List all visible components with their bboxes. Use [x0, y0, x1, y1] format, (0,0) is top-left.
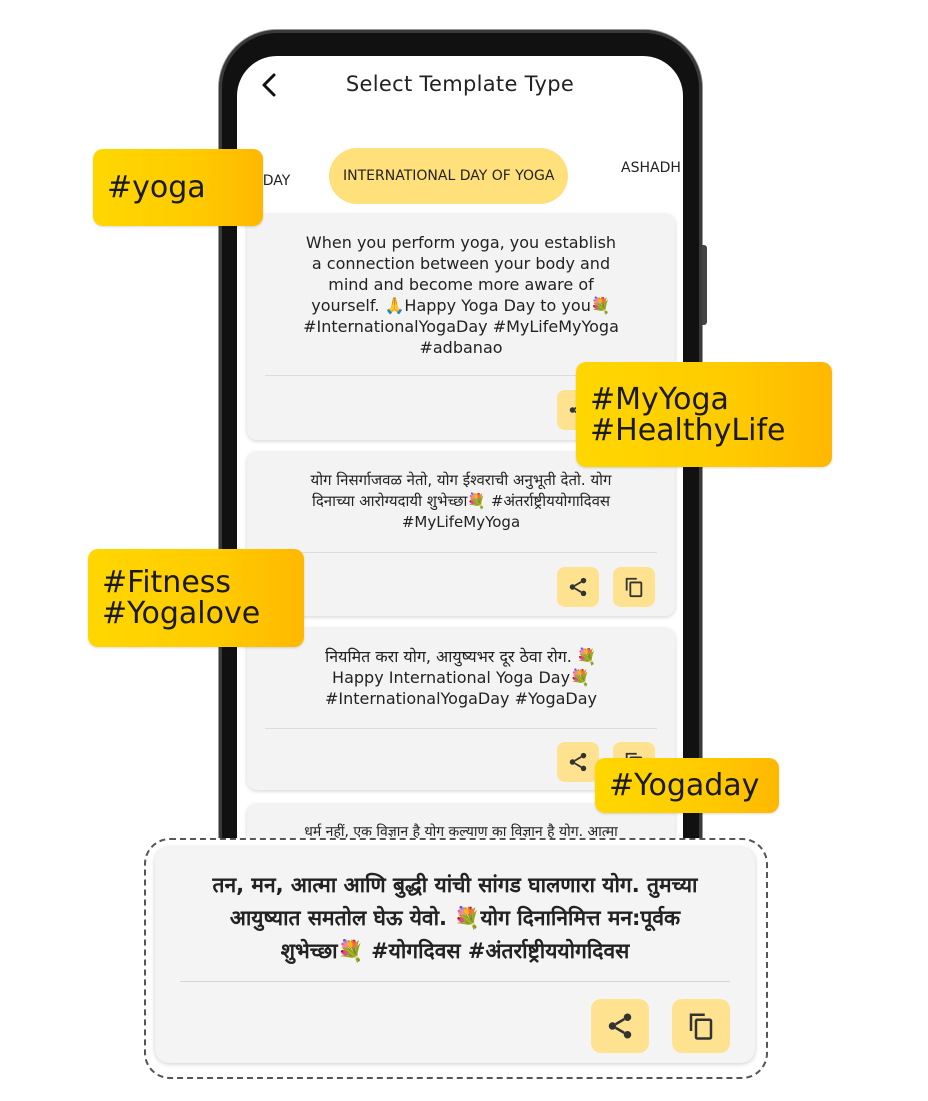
sticker-text: #Fitness: [102, 565, 232, 600]
tab-ashadhi[interactable]: ASHADH: [621, 160, 681, 176]
copy-icon: [689, 1013, 713, 1040]
page-title: Select Template Type: [345, 72, 575, 96]
hashtag-sticker-yoga: #yoga: [93, 149, 263, 226]
template-text: When you perform yoga, you establish a c…: [303, 233, 619, 357]
template-text: नियमित करा योग, आयुष्यभर दूर ठेवा रोग. 💐…: [325, 647, 597, 708]
template-text: योग निसर्गाजवळ नेतो, योग ईश्वराची अनुभूत…: [310, 471, 612, 531]
share-icon: [608, 1013, 632, 1039]
category-tabs: ER'S DAY INTERNATIONAL DAY OF YOGA ASHAD…: [237, 148, 683, 206]
template-text: तन, मन, आत्मा आणि बुद्धी यांची सांगड घाल…: [212, 873, 698, 963]
share-button[interactable]: [557, 567, 599, 607]
sticker-text: #Yogalove: [102, 596, 261, 631]
app-header: Select Template Type: [237, 56, 683, 116]
share-icon: [569, 752, 587, 772]
copy-button[interactable]: [613, 567, 655, 607]
share-button[interactable]: [557, 742, 599, 782]
hashtag-sticker-fitness: #Fitness #Yogalove: [88, 549, 304, 647]
share-icon: [569, 577, 587, 597]
hashtag-sticker-yogaday: #Yogaday: [595, 758, 779, 813]
share-button[interactable]: [591, 999, 649, 1053]
sticker-text: #Yogaday: [609, 768, 760, 803]
sticker-text: #HealthyLife: [590, 412, 786, 448]
sticker-text: #yoga: [107, 170, 206, 205]
copy-icon: [625, 577, 643, 598]
zoomed-template-card[interactable]: तन, मन, आत्मा आणि बुद्धी यांची सांगड घाल…: [155, 847, 755, 1063]
hashtag-sticker-myyoga: #MyYoga #HealthyLife: [576, 362, 832, 467]
card-divider: [265, 728, 657, 729]
phone-side-button: [702, 245, 707, 325]
tab-international-day-of-yoga[interactable]: INTERNATIONAL DAY OF YOGA: [329, 148, 569, 204]
copy-button[interactable]: [672, 999, 730, 1053]
card-divider: [265, 552, 657, 553]
sticker-text: #MyYoga: [590, 381, 729, 417]
card-divider: [180, 981, 730, 982]
template-card[interactable]: योग निसर्गाजवळ नेतो, योग ईश्वराची अनुभूत…: [247, 452, 675, 616]
